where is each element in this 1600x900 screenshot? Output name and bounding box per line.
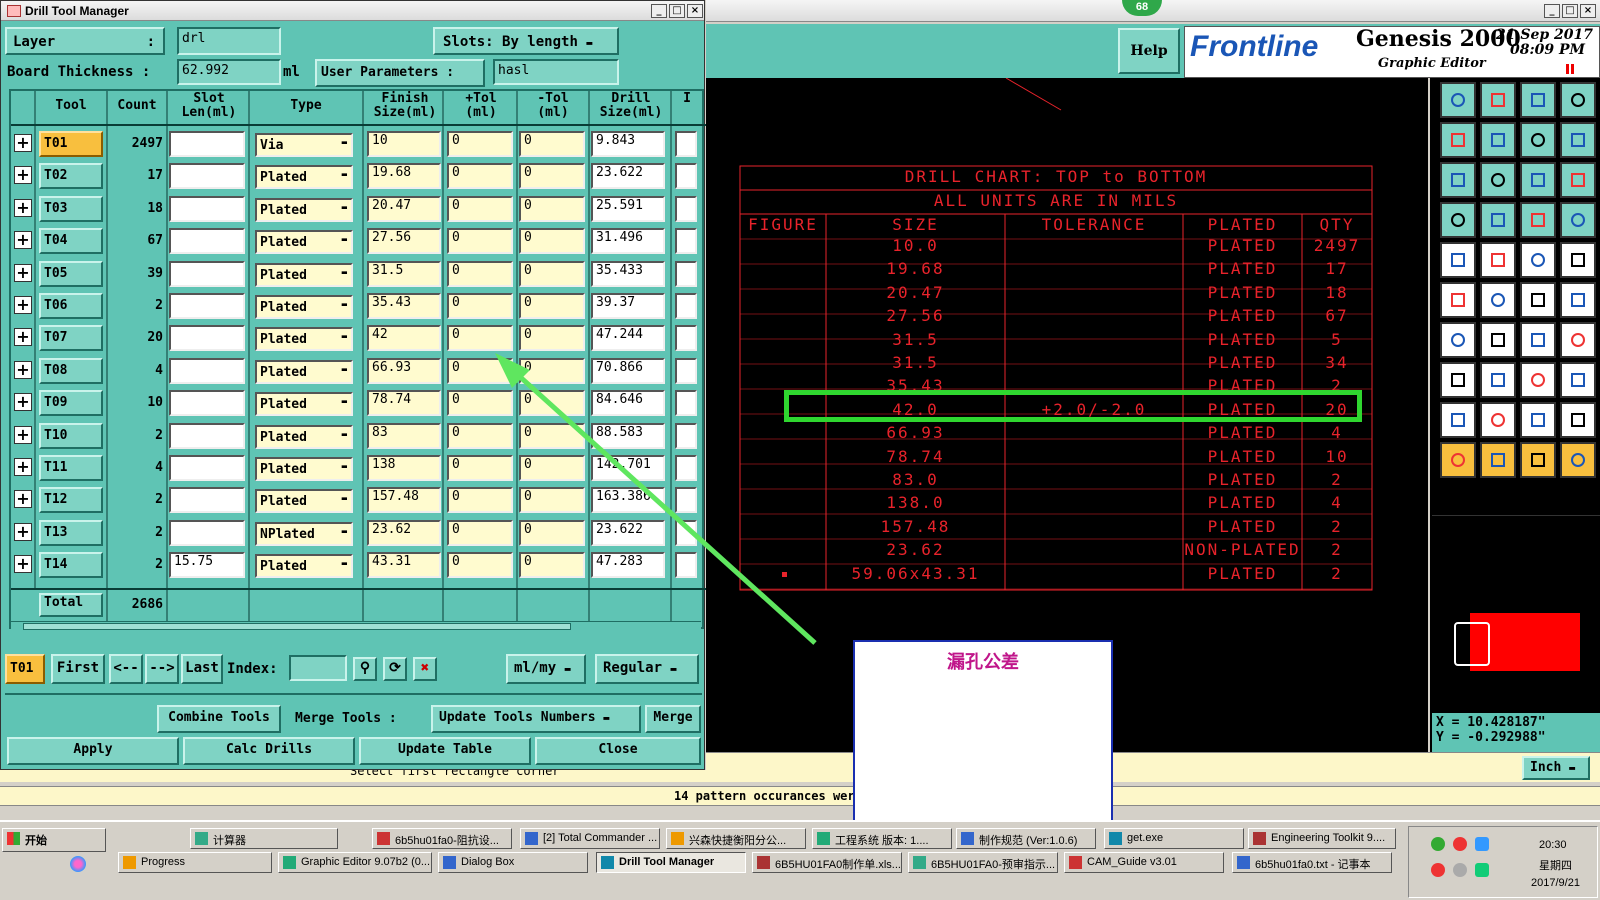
tray-clock-date: 2017/9/21 [1531, 877, 1580, 889]
tray-clock-day: 星期四 [1539, 860, 1572, 872]
app-icon [377, 832, 390, 845]
annotation-box: 漏孔公差 [853, 640, 1113, 824]
app-icon [443, 856, 456, 869]
tray-icon-6[interactable] [1475, 863, 1489, 877]
taskbar-item[interactable]: Graphic Editor 9.07b2 (0... [278, 852, 432, 873]
app-icon [601, 856, 614, 869]
taskbar-item[interactable]: 制作规范 (Ver:1.0.6) [956, 828, 1096, 849]
taskbar-item[interactable]: CAM_Guide v3.01 [1064, 852, 1224, 873]
app-icon [525, 832, 538, 845]
taskbar-item[interactable]: 6b5hu01fa0-阻抗设... [372, 828, 512, 849]
tray-icon-2[interactable] [1453, 837, 1467, 851]
taskbar-item[interactable]: get.exe [1104, 828, 1244, 849]
annotation-text: 漏孔公差 [947, 652, 1019, 673]
taskbar-item[interactable]: 6b5hu01fa0.txt - 记事本 [1232, 852, 1392, 873]
app-icon [283, 856, 296, 869]
tray-icon-5[interactable] [1453, 863, 1467, 877]
annotation-arrow [495, 353, 817, 645]
taskbar-item[interactable]: 6B5HU01FA0制作单.xls... [752, 852, 902, 873]
taskbar-item[interactable]: Drill Tool Manager [596, 852, 746, 873]
app-icon [817, 832, 830, 845]
tray-icon-4[interactable] [1431, 863, 1445, 877]
taskbar-item[interactable]: Dialog Box [438, 852, 588, 873]
taskbar-item[interactable]: 计算器 [190, 828, 338, 849]
taskbar-item[interactable]: 兴森快捷衡阳分公... [666, 828, 806, 849]
start-button[interactable]: 开始 [2, 828, 106, 852]
app-icon [1253, 832, 1266, 845]
app-icon [1069, 856, 1082, 869]
quicklaunch-icon [70, 856, 86, 872]
system-tray: 20:30 星期四 2017/9/21 [1408, 826, 1598, 898]
tray-clock-time: 20:30 [1539, 839, 1567, 851]
taskbar-item[interactable]: [2] Total Commander ... [520, 828, 660, 849]
taskbar-item[interactable]: 工程系统 版本: 1.... [812, 828, 952, 849]
app-icon [1237, 856, 1250, 869]
taskbar-item[interactable]: Progress [118, 852, 272, 873]
tray-icon-3[interactable] [1475, 837, 1489, 851]
app-icon [913, 856, 926, 869]
taskbar-item[interactable]: Engineering Toolkit 9.... [1248, 828, 1396, 849]
app-icon [1109, 832, 1122, 845]
tray-icon-1[interactable] [1431, 837, 1445, 851]
app-icon [671, 832, 684, 845]
app-icon [123, 856, 136, 869]
taskbar-item[interactable]: 6B5HU01FA0-预审指示... [908, 852, 1058, 873]
app-icon [961, 832, 974, 845]
windows-icon [7, 832, 20, 845]
app-icon [757, 856, 770, 869]
app-icon [195, 832, 208, 845]
